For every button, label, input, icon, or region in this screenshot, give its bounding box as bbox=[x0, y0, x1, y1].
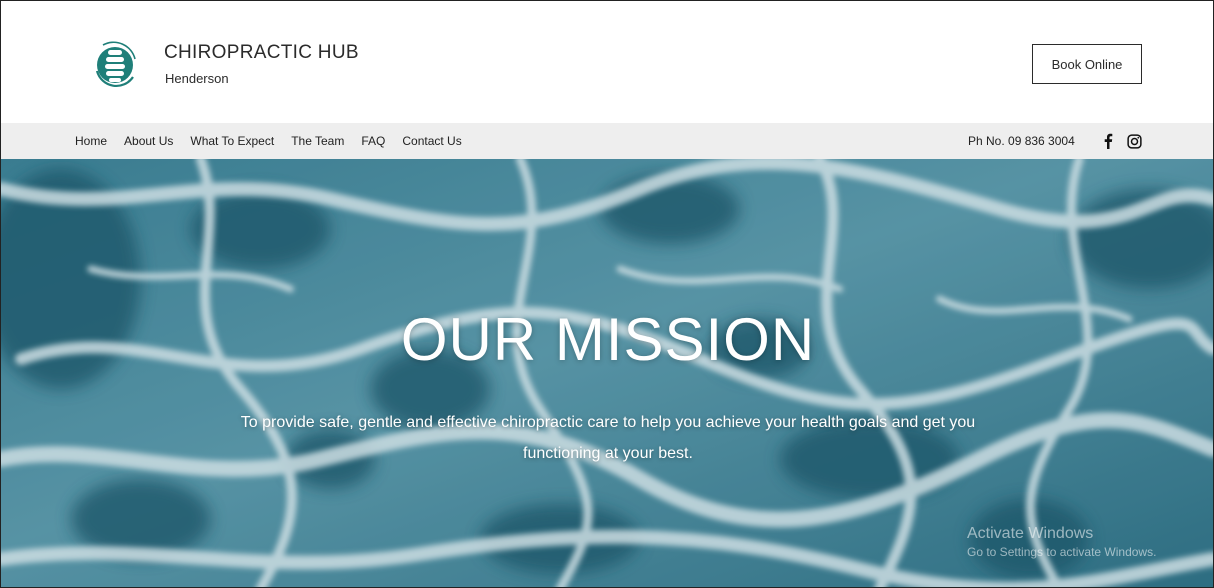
site-header: CHIROPRACTIC HUB Henderson Book Online bbox=[1, 1, 1213, 123]
spine-logo-icon[interactable] bbox=[89, 37, 141, 93]
mission-hero: OUR MISSION To provide safe, gentle and … bbox=[1, 159, 1213, 587]
nav-bar: Home About Us What To Expect The Team FA… bbox=[1, 123, 1213, 159]
nav-item-about-us[interactable]: About Us bbox=[124, 134, 173, 148]
nav-item-contact-us[interactable]: Contact Us bbox=[402, 134, 461, 148]
phone-number: Ph No. 09 836 3004 bbox=[968, 134, 1075, 148]
instagram-icon[interactable] bbox=[1125, 132, 1143, 150]
book-online-button[interactable]: Book Online bbox=[1032, 44, 1142, 84]
watermark-title: Activate Windows bbox=[967, 525, 1094, 542]
mission-title: OUR MISSION bbox=[400, 306, 816, 373]
mission-statement: To provide safe, gentle and effective ch… bbox=[240, 414, 976, 462]
facebook-icon[interactable] bbox=[1099, 132, 1117, 150]
watermark-subtitle: Go to Settings to activate Windows. bbox=[967, 545, 1157, 559]
nav-item-what-to-expect[interactable]: What To Expect bbox=[190, 134, 274, 148]
browser-page: CHIROPRACTIC HUB Henderson Book Online H… bbox=[0, 0, 1214, 588]
main-menu: Home About Us What To Expect The Team FA… bbox=[75, 123, 479, 159]
nav-item-faq[interactable]: FAQ bbox=[361, 134, 385, 148]
site-title[interactable]: CHIROPRACTIC HUB bbox=[164, 42, 359, 64]
nav-item-home[interactable]: Home bbox=[75, 134, 107, 148]
social-links bbox=[1099, 132, 1151, 150]
nav-item-the-team[interactable]: The Team bbox=[291, 134, 344, 148]
activate-windows-watermark: Activate Windows Go to Settings to activ… bbox=[967, 525, 1156, 559]
site-subtitle: Henderson bbox=[165, 71, 229, 86]
